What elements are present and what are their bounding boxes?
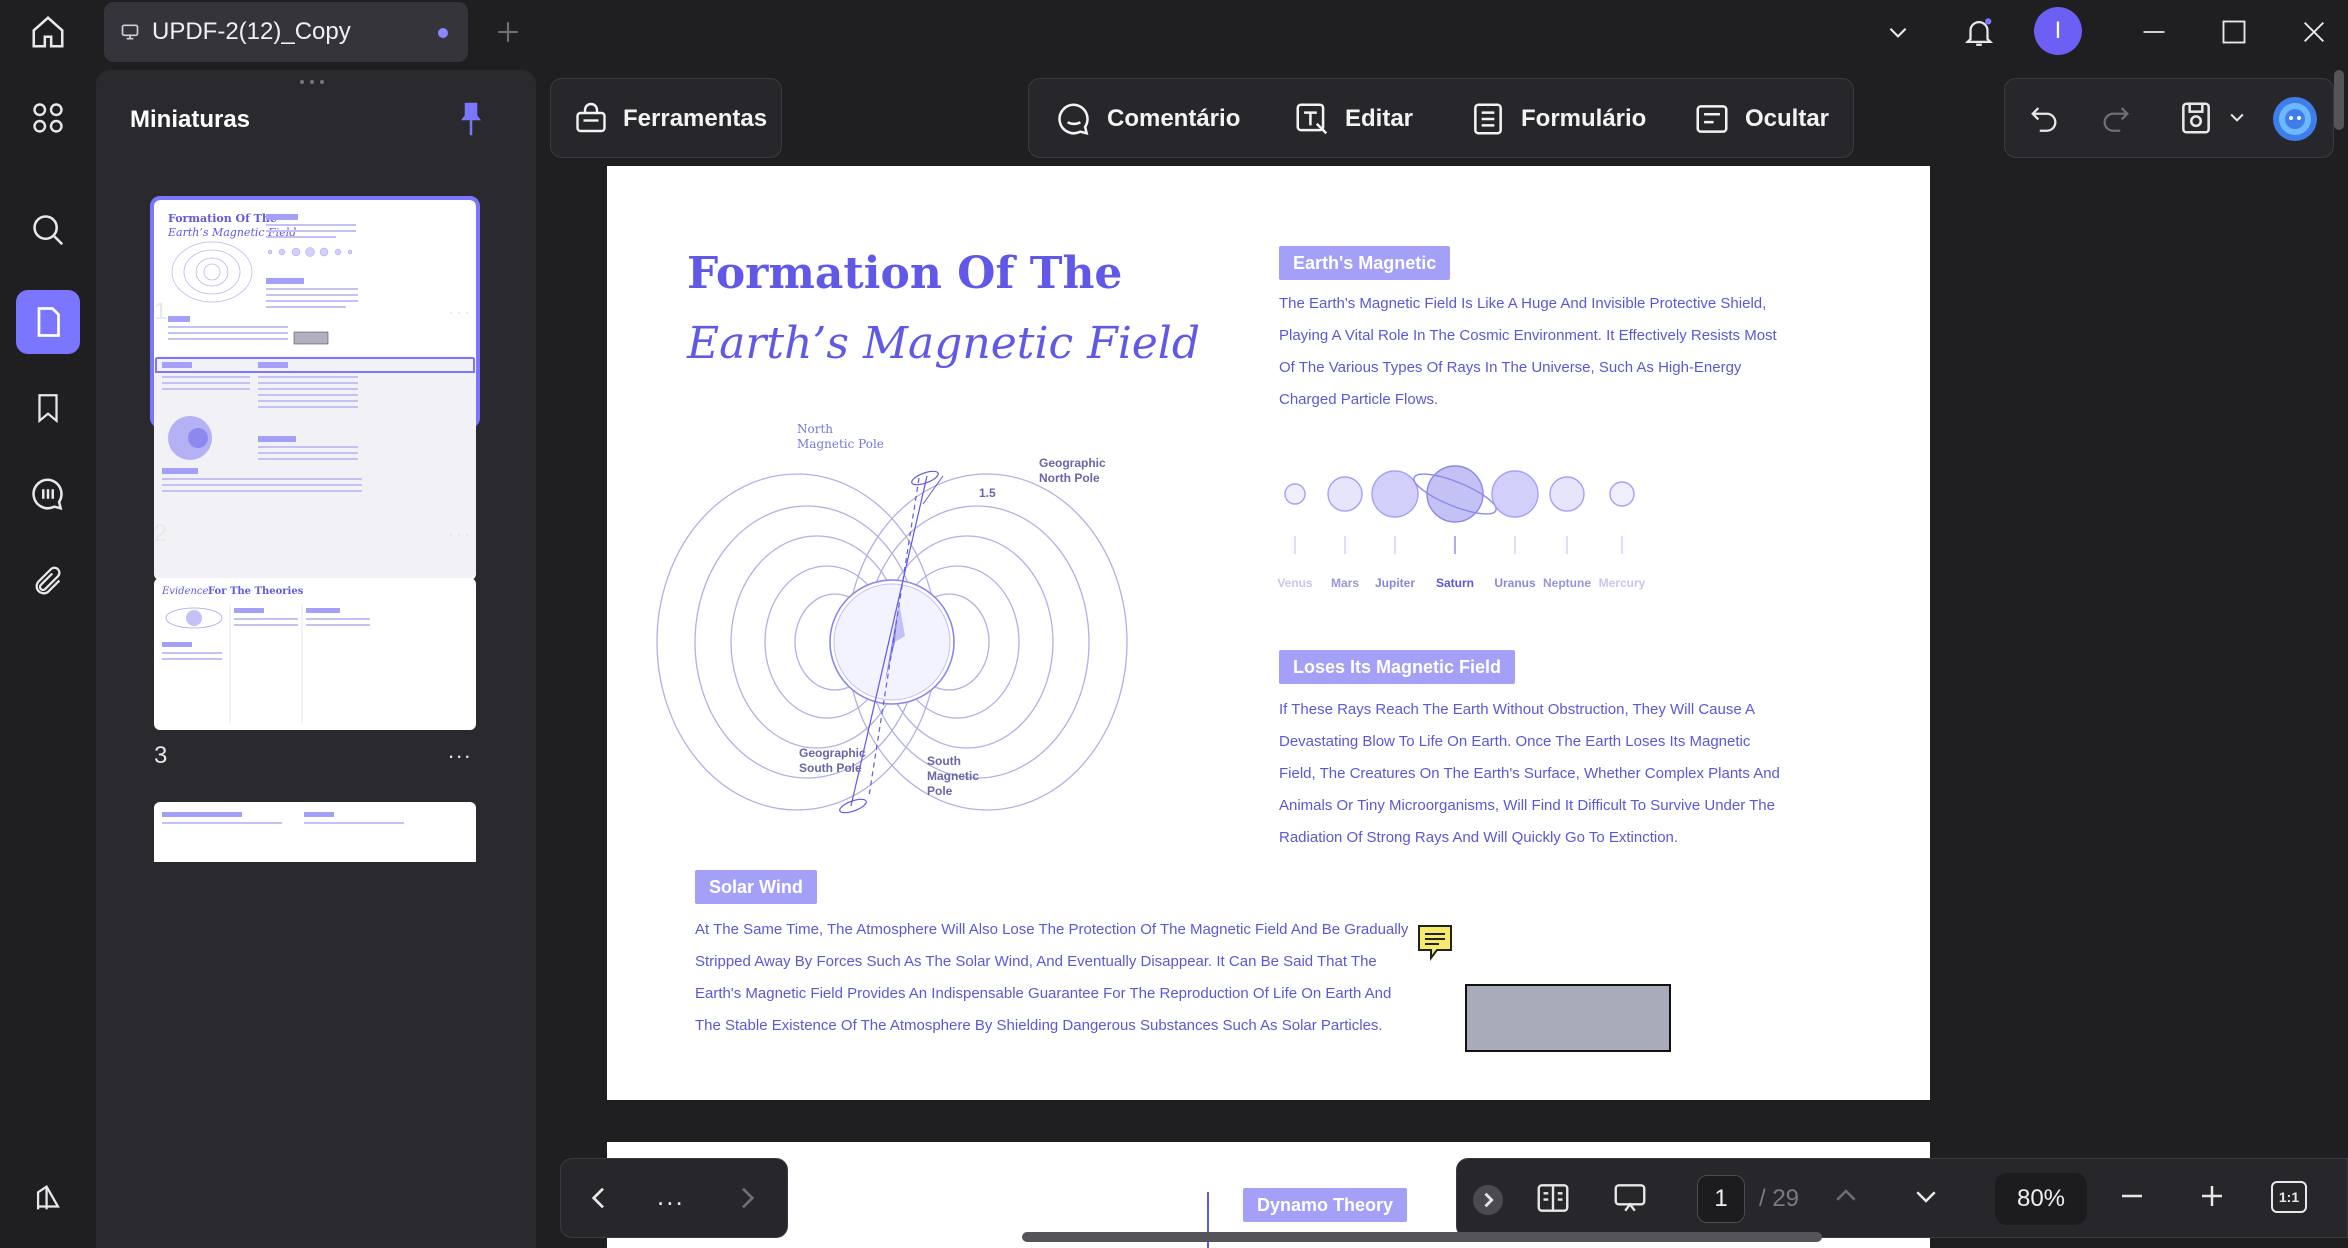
svg-text:For The Theories: For The Theories — [208, 586, 304, 597]
zoom-toolbar: 1 / 29 80% 1:1 — [1456, 1158, 2348, 1238]
tools-group: Ferramentas — [550, 78, 782, 158]
redo-icon[interactable] — [2099, 101, 2135, 137]
thumbnail-page-number: 1 — [154, 298, 168, 325]
save-options-chevron-icon[interactable] — [2227, 107, 2249, 129]
left-rail — [0, 64, 96, 1248]
new-tab-icon[interactable] — [492, 16, 524, 48]
horizontal-scrollbar[interactable] — [1022, 1232, 1822, 1242]
save-icon[interactable] — [2177, 99, 2217, 139]
avatar[interactable]: I — [2034, 7, 2082, 55]
maximize-icon[interactable] — [2216, 14, 2252, 50]
page-nav-pill: ... — [560, 1158, 788, 1238]
section-label-loses-magnetic-field: Loses Its Magnetic Field — [1279, 650, 1516, 684]
redact-icon — [1696, 105, 1728, 133]
form-icon — [1474, 103, 1502, 135]
notification-bell-icon[interactable] — [1958, 10, 2000, 54]
presentation-icon[interactable] — [1609, 1179, 1653, 1219]
unsaved-dot — [438, 28, 448, 38]
thumbnail-panel: Miniaturas Formation Of The Earth’s Magn… — [96, 70, 536, 1248]
attachment-icon[interactable] — [16, 550, 80, 614]
svg-text:Evidence: Evidence — [161, 586, 209, 597]
comments-icon[interactable] — [16, 462, 80, 526]
redaction-box[interactable] — [1465, 984, 1671, 1052]
tab-edit-label: Editar — [1345, 105, 1414, 132]
edit-text-icon — [1296, 103, 1328, 135]
section-label-solar-wind: Solar Wind — [695, 870, 817, 904]
current-page-input[interactable]: 1 — [1697, 1175, 1745, 1223]
layers-icon[interactable] — [16, 1166, 80, 1230]
mode-tabs-group: Comentário Editar Formulário Ocultar — [1028, 78, 1854, 158]
page-title-line2: Earth’s Magnetic Field — [687, 318, 1201, 369]
zoom-level[interactable]: 80% — [1995, 1173, 2087, 1225]
apps-grid-icon[interactable] — [16, 86, 80, 150]
label-angle: 1.5 — [979, 486, 996, 500]
page-layout-icon[interactable] — [1533, 1179, 1577, 1219]
collapse-toolbar-icon[interactable] — [1473, 1185, 1503, 1215]
scroll-down-icon[interactable] — [1911, 1181, 1947, 1217]
monitor-icon — [120, 22, 140, 42]
tools-button[interactable]: Ferramentas — [573, 79, 767, 159]
sticky-note-icon[interactable] — [1417, 924, 1453, 962]
document-tab-title: UPDF-2(12)_Copy — [152, 18, 351, 45]
label-south-magnetic-pole: South Magnetic Pole — [927, 754, 980, 798]
planet-label-mercury: Mercury — [1598, 576, 1646, 590]
chevron-down-icon[interactable] — [1880, 16, 1916, 48]
tab-form[interactable]: Formulário — [1469, 79, 1646, 159]
panel-drag-handle[interactable] — [300, 80, 330, 86]
toolbox-icon — [576, 102, 606, 133]
thumbnails-page-icon[interactable] — [16, 290, 80, 354]
label-geographic-north-pole: Geographic North Pole — [1039, 456, 1106, 485]
comment-icon — [1058, 103, 1089, 135]
label-north-magnetic-pole: North Magnetic Pole — [797, 422, 884, 451]
home-icon[interactable] — [24, 10, 72, 54]
thumbnail-more-button[interactable]: ... — [448, 294, 472, 320]
page-title-line1: Formation Of The — [687, 248, 1123, 299]
right-tools-group — [2004, 78, 2334, 158]
tab-comment[interactable]: Comentário — [1055, 79, 1240, 159]
tab-form-label: Formulário — [1521, 105, 1647, 132]
total-pages: / 29 — [1759, 1185, 1800, 1212]
more-options-button[interactable]: ... — [657, 1181, 685, 1212]
tab-redact-label: Ocultar — [1745, 105, 1830, 132]
actual-size-button[interactable]: 1:1 — [2271, 1181, 2307, 1213]
thumbnail-more-button[interactable]: ... — [448, 516, 472, 542]
scroll-up-icon[interactable] — [1831, 1181, 1867, 1217]
page-thumbnail-4[interactable] — [154, 802, 476, 862]
panel-title: Miniaturas — [130, 106, 251, 133]
thumbnail-page-number: 2 — [154, 520, 168, 547]
thumbnail-more-button[interactable]: ... — [448, 738, 472, 764]
tab-edit[interactable]: Editar — [1293, 79, 1413, 159]
vertical-scrollbar[interactable] — [2334, 70, 2344, 130]
tab-comment-label: Comentário — [1107, 105, 1241, 132]
actual-size-label: 1:1 — [2278, 1189, 2300, 1205]
pin-icon[interactable] — [456, 100, 488, 140]
minimize-icon[interactable] — [2136, 16, 2172, 48]
ai-assistant-icon[interactable] — [2271, 95, 2319, 143]
next-page-icon[interactable] — [731, 1181, 767, 1217]
pdf-page-1: Formation Of The Earth’s Magnetic Field … — [607, 166, 1930, 1100]
page-thumbnail-2[interactable] — [154, 356, 476, 578]
section-text-loses-magnetic-field: If These Rays Reach The Earth Without Ob… — [1279, 701, 1780, 846]
section-label-dynamo-theory: Dynamo Theory — [1243, 1188, 1408, 1222]
previous-page-icon[interactable] — [583, 1181, 619, 1217]
thumbnail-page-number: 3 — [154, 742, 168, 769]
undo-icon[interactable] — [2027, 101, 2063, 137]
tools-label: Ferramentas — [623, 105, 768, 132]
document-tab[interactable]: UPDF-2(12)_Copy — [104, 2, 468, 62]
section-text-earths-magnetic: The Earth's Magnetic Field Is Like A Hug… — [1279, 295, 1777, 408]
page-thumbnail-3[interactable]: Evidence For The Theories — [154, 578, 476, 730]
title-bar: UPDF-2(12)_Copy I — [0, 0, 2348, 64]
tab-redact[interactable]: Ocultar — [1693, 79, 1829, 159]
close-icon[interactable] — [2296, 14, 2332, 50]
section-label-earths-magnetic: Earth's Magnetic — [1279, 246, 1451, 280]
planets-diagram — [1284, 465, 1635, 554]
search-icon[interactable] — [16, 198, 80, 262]
zoom-out-icon[interactable] — [2117, 1181, 2153, 1217]
bookmark-icon[interactable] — [16, 376, 80, 440]
section-text-solar-wind: At The Same Time, The Atmosphere Will Al… — [695, 921, 1409, 1034]
zoom-in-icon[interactable] — [2197, 1181, 2233, 1217]
label-geographic-south-pole: Geographic South Pole — [799, 746, 866, 775]
svg-text:Formation Of The: Formation Of The — [168, 212, 277, 225]
